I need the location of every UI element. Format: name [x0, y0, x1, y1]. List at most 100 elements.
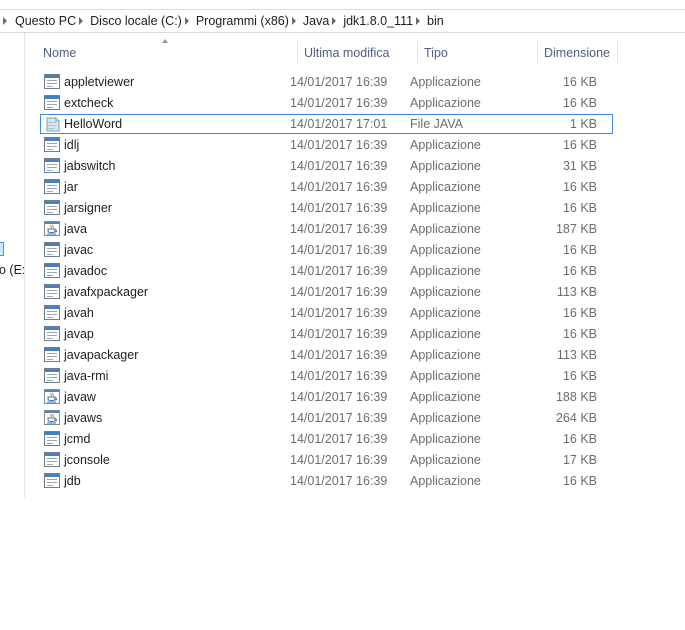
file-name: jconsole [64, 453, 110, 467]
file-row[interactable]: jabswitch 14/01/2017 16:39 Applicazione 31 … [40, 156, 613, 176]
file-row[interactable]: extcheck 14/01/2017 16:39 Applicazione 16 K… [40, 93, 613, 113]
column-header-size[interactable]: Dimensione [544, 46, 610, 60]
file-size: 188 KB [555, 390, 597, 404]
file-type: Applicazione [410, 222, 481, 236]
file-row[interactable]: HelloWord 14/01/2017 17:01 File JAVA 1 KB [40, 114, 613, 134]
file-size: 187 KB [555, 222, 597, 236]
file-row[interactable]: jarsigner 14/01/2017 16:39 Applicazione 16 … [40, 198, 613, 218]
column-divider[interactable] [617, 41, 618, 63]
app-window-icon [44, 368, 60, 383]
file-row[interactable]: jconsole 14/01/2017 16:39 Applicazione 17 K… [40, 450, 613, 470]
column-header-type[interactable]: Tipo [424, 46, 448, 60]
file-size: 1 KB [569, 117, 597, 131]
chevron-right-icon[interactable] [332, 17, 337, 25]
file-modified: 14/01/2017 16:39 [290, 348, 388, 362]
column-divider[interactable] [537, 41, 538, 63]
file-modified: 14/01/2017 16:39 [290, 75, 388, 89]
file-name: java [64, 222, 87, 236]
breadcrumb: Questo PC Disco locale (C:) Programmi (x86… [0, 10, 444, 32]
file-name: javafxpackager [64, 285, 149, 299]
column-header-modified[interactable]: Ultima modifica [304, 46, 389, 60]
file-type: Applicazione [410, 75, 481, 89]
breadcrumb-item[interactable]: Programmi (x86) [196, 14, 289, 28]
app-window-icon [44, 263, 60, 278]
file-size: 16 KB [562, 369, 597, 383]
file-row[interactable]: javac 14/01/2017 16:39 Applicazione 16 KB [40, 240, 613, 260]
file-size: 16 KB [562, 264, 597, 278]
file-size: 16 KB [562, 243, 597, 257]
app-window-icon [44, 473, 60, 488]
file-row[interactable]: java-rmi 14/01/2017 16:39 Applicazione 16 K… [40, 366, 613, 386]
nav-drive-label[interactable]: o (E: [0, 263, 24, 277]
file-type: Applicazione [410, 348, 481, 362]
file-row[interactable]: javap 14/01/2017 16:39 Applicazione 16 KB [40, 324, 613, 344]
app-window-icon [44, 347, 60, 362]
java-cup-icon [44, 389, 60, 404]
file-row[interactable]: javaw 14/01/2017 16:39 Applicazione 188 KB [40, 387, 613, 407]
app-window-icon [44, 326, 60, 341]
file-row[interactable]: javah 14/01/2017 16:39 Applicazione 16 KB [40, 303, 613, 323]
file-row[interactable]: appletviewer 14/01/2017 16:39 Applicazione… [40, 72, 613, 92]
app-window-icon [44, 74, 60, 89]
file-type: Applicazione [410, 180, 481, 194]
file-modified: 14/01/2017 16:39 [290, 432, 388, 446]
column-header: Nome Ultima modifica Tipo Dimensione [26, 33, 685, 66]
file-type: Applicazione [410, 453, 481, 467]
file-type: Applicazione [410, 96, 481, 110]
app-window-icon [44, 158, 60, 173]
file-type: Applicazione [410, 411, 481, 425]
breadcrumb-item[interactable]: jdk1.8.0_111 [343, 14, 413, 28]
file-modified: 14/01/2017 16:39 [290, 327, 388, 341]
chevron-right-icon[interactable] [184, 17, 189, 25]
file-name: javadoc [64, 264, 108, 278]
file-row[interactable]: jar 14/01/2017 16:39 Applicazione 16 KB [40, 177, 613, 197]
file-type: Applicazione [410, 159, 481, 173]
column-divider[interactable] [417, 41, 418, 63]
file-type: Applicazione [410, 264, 481, 278]
file-type: Applicazione [410, 369, 481, 383]
file-type: File JAVA [410, 117, 464, 131]
file-type: Applicazione [410, 201, 481, 215]
file-modified: 14/01/2017 16:39 [290, 201, 388, 215]
breadcrumb-item[interactable]: Questo PC [15, 14, 76, 28]
app-window-icon [44, 431, 60, 446]
address-bar[interactable]: Questo PC Disco locale (C:) Programmi (x86… [0, 9, 685, 33]
chevron-right-icon[interactable] [291, 17, 296, 25]
file-row[interactable]: jcmd 14/01/2017 16:39 Applicazione 16 KB [40, 429, 613, 449]
breadcrumb-item[interactable]: bin [427, 14, 444, 28]
file-type: Applicazione [410, 138, 481, 152]
nav-selected-item[interactable] [0, 242, 4, 256]
file-name: javaws [64, 411, 103, 425]
java-cup-icon [44, 410, 60, 425]
file-list[interactable]: appletviewer 14/01/2017 16:39 Applicazione… [26, 72, 626, 500]
file-row[interactable]: javafxpackager 14/01/2017 16:39 Applicazio… [40, 282, 613, 302]
file-modified: 14/01/2017 16:39 [290, 159, 388, 173]
breadcrumb-item[interactable]: Disco locale (C:) [90, 14, 182, 28]
file-modified: 14/01/2017 16:39 [290, 243, 388, 257]
chevron-right-icon[interactable] [416, 17, 421, 25]
sort-ascending-icon [162, 39, 168, 43]
file-row[interactable]: javapackager 14/01/2017 16:39 Applicazione… [40, 345, 613, 365]
file-row[interactable]: jdb 14/01/2017 16:39 Applicazione 16 KB [40, 471, 613, 491]
file-row[interactable]: java 14/01/2017 16:39 Applicazione 187 KB [40, 219, 613, 239]
chevron-right-icon[interactable] [3, 17, 7, 25]
file-modified: 14/01/2017 16:39 [290, 138, 388, 152]
file-modified: 14/01/2017 16:39 [290, 474, 388, 488]
chevron-right-icon[interactable] [79, 17, 84, 25]
app-window-icon [44, 284, 60, 299]
file-type: Applicazione [410, 306, 481, 320]
file-row[interactable]: javadoc 14/01/2017 16:39 Applicazione 16 KB [40, 261, 613, 281]
java-file-icon [45, 117, 61, 132]
file-type: Applicazione [410, 432, 481, 446]
breadcrumb-item[interactable]: Java [303, 14, 329, 28]
file-modified: 14/01/2017 16:39 [290, 264, 388, 278]
column-header-name[interactable]: Nome [43, 46, 76, 60]
file-name: javaw [64, 390, 96, 404]
file-row[interactable]: javaws 14/01/2017 16:39 Applicazione 264 KB [40, 408, 613, 428]
navigation-pane[interactable]: o (E: [0, 33, 25, 500]
file-modified: 14/01/2017 16:39 [290, 411, 388, 425]
file-size: 16 KB [562, 474, 597, 488]
column-divider[interactable] [297, 41, 298, 63]
file-row[interactable]: idlj 14/01/2017 16:39 Applicazione 16 KB [40, 135, 613, 155]
file-size: 16 KB [562, 180, 597, 194]
